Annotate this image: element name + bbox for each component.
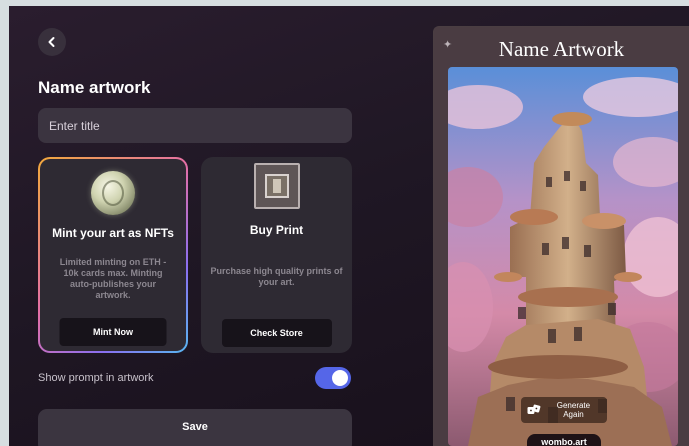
toggle-knob [332,370,348,386]
mint-now-button[interactable]: Mint Now [59,318,167,346]
chevron-left-icon [48,37,55,47]
show-prompt-toggle[interactable] [315,367,351,389]
preview-title: Name Artwork [498,37,625,61]
watermark: wombo.art [527,434,601,446]
artwork-image [448,67,678,446]
framed-print-icon [253,163,300,209]
back-button[interactable] [38,28,66,56]
generate-again-button[interactable]: Generate Again [521,397,607,423]
print-card[interactable]: Buy Print Purchase high quality prints o… [201,157,352,353]
artwork-preview: ✦ Name Artwork Generate Again wombo.art [433,26,689,446]
page-title: Name artwork [38,78,151,97]
generate-again-label: Generate Again [556,401,591,419]
coin-icon [91,171,135,215]
print-card-description: Purchase high quality prints of your art… [210,266,343,287]
print-card-title: Buy Print [249,223,304,237]
nft-card-description: Limited minting on ETH - 10k cards max. … [59,257,167,300]
title-input[interactable] [38,108,352,143]
app-window: Name artwork Mint your art as NFTs Limit… [9,6,689,446]
nft-card[interactable]: Mint your art as NFTs Limited minting on… [38,157,188,353]
show-prompt-label: Show prompt in artwork [38,372,154,384]
check-store-button[interactable]: Check Store [221,319,332,347]
save-button[interactable]: Save [38,409,352,446]
dice-icon [527,404,541,414]
nft-card-title: Mint your art as NFTs [52,226,174,240]
